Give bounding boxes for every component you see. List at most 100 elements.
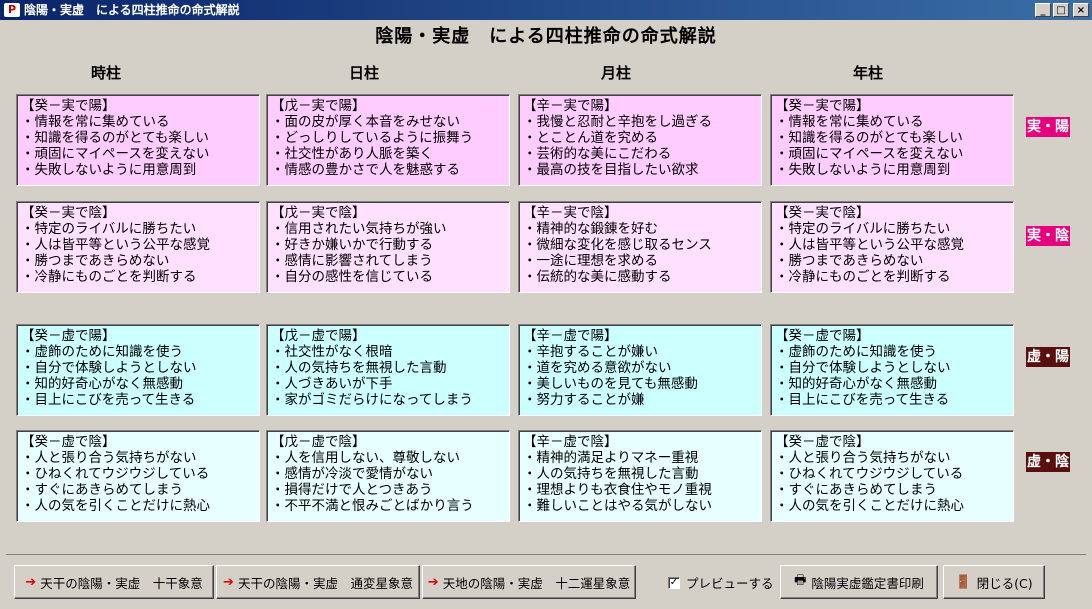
cell-line: ・感情が冷淡で愛情がない — [271, 466, 433, 482]
cell-line: ・人づきあいが下手 — [271, 376, 393, 392]
arrow-right-icon: ➔ — [25, 574, 37, 590]
preview-checkbox-group[interactable]: ✓ プレビューする — [668, 573, 774, 592]
cell-kyo-yo-month: 【辛－虚で陽】 ・辛抱することが嫌い ・道を究める意欲がない ・美しいものを見て… — [518, 324, 762, 416]
cell-line: ・勝つまであきらめない — [775, 253, 924, 269]
cell-line: ・人の気持ちを無視した言動 — [271, 360, 447, 376]
cell-line: ・最高の技を目指したい欲求 — [523, 162, 699, 178]
button-label: 天干の陰陽・実虚 十干象意 — [40, 575, 203, 591]
cell-heading: 【戊－実で陽】 — [271, 98, 366, 114]
tsuhensei-yinyang-button[interactable]: ➔ 天干の陰陽・実虚 通変星象意 — [216, 565, 420, 599]
cell-line: ・情感の豊かさで人を魅惑する — [271, 162, 460, 178]
cell-jitsu-yo-day: 【戊－実で陽】 ・面の皮が厚く本音をみせない ・どっしりしているように振舞う ・… — [266, 94, 510, 186]
cell-line: ・知的好奇心がなく無感動 — [775, 376, 937, 392]
cell-jitsu-in-hour: 【癸－実で陰】 ・特定のライバルに勝ちたい ・人は皆平等という公平な感覚 ・勝つ… — [16, 201, 260, 293]
cell-line: ・勝つまであきらめない — [21, 253, 170, 269]
title-bar: P 陰陽・実虚 による四柱推命の命式解説 _ □ × — [0, 0, 1092, 20]
cell-line: ・とことん道を究める — [523, 130, 658, 146]
cell-line: ・人は皆平等という公平な感覚 — [775, 237, 964, 253]
cell-line: ・失敗しないように用意周到 — [775, 162, 951, 178]
cell-line: ・自分で体験しようとしない — [21, 360, 197, 376]
column-header-month: 月柱 — [600, 64, 631, 82]
minimize-button[interactable]: _ — [1035, 3, 1051, 17]
cell-kyo-in-hour: 【癸－虚で陰】 ・人と張り合う気持ちがない ・ひねくれてウジウジしている ・すぐ… — [16, 430, 260, 522]
cell-line: ・人の気を引くことだけに熱心 — [775, 498, 964, 514]
cell-kyo-yo-day: 【戊－虚で陽】 ・社交性がなく根暗 ・人の気持ちを無視した言動 ・人づきあいが下… — [266, 324, 510, 416]
cell-line: ・知識を得るのがとても楽しい — [775, 130, 963, 146]
row-label-kyo-in: 虚・陰 — [1026, 452, 1070, 472]
cell-heading: 【癸－虚で陰】 — [775, 434, 870, 450]
cell-heading: 【癸－実で陽】 — [21, 98, 116, 114]
cell-line: ・知的好奇心がなく無感動 — [21, 376, 183, 392]
cell-line: ・好きか嫌いかで行動する — [271, 237, 433, 253]
cell-line: ・面の皮が厚く本音をみせない — [271, 114, 460, 130]
juniunsei-yinyang-button[interactable]: ➔ 天地の陰陽・実虚 十二運星象意 — [422, 565, 636, 599]
column-header-year: 年柱 — [852, 64, 883, 82]
exit-door-icon: 🚪 — [955, 574, 972, 590]
cell-heading: 【辛－実で陰】 — [523, 205, 618, 221]
cell-line: ・ひねくれてウジウジしている — [775, 466, 964, 482]
cell-line: ・伝統的な美に感動する — [523, 269, 672, 285]
cell-line: ・自分で体験しようとしない — [775, 360, 951, 376]
preview-checkbox[interactable]: ✓ — [668, 576, 680, 589]
cell-line: ・すぐにあきらめてしまう — [775, 482, 937, 498]
cell-line: ・頑固にマイペースを変えない — [21, 146, 210, 162]
cell-line: ・特定のライバルに勝ちたい — [775, 221, 951, 237]
cell-kyo-in-month: 【辛－虚で陰】 ・精神的満足よりマネー重視 ・人の気持ちを無視した言動 ・理想よ… — [518, 430, 762, 522]
cell-line: ・目上にこびを売って生きる — [775, 392, 950, 408]
cell-line: ・冷静にものごとを判断する — [775, 269, 951, 285]
row-label-jitsu-yo: 実・陽 — [1026, 117, 1070, 137]
cell-line: ・美しいものを見ても無感動 — [523, 376, 698, 392]
cell-line: ・人と張り合う気持ちがない — [775, 450, 951, 466]
cell-line: ・頑固にマイペースを変えない — [775, 146, 964, 162]
cell-kyo-in-day: 【戊－虚で陰】 ・人を信用しない、尊敬しない ・感情が冷淡で愛情がない ・損得だ… — [266, 430, 510, 522]
column-header-hour: 時柱 — [90, 64, 121, 82]
cell-heading: 【辛－虚で陰】 — [523, 434, 618, 450]
cell-line: ・目上にこびを売って生きる — [21, 392, 196, 408]
preview-label: プレビューする — [686, 576, 774, 591]
cell-line: ・理想よりも衣食住やモノ重視 — [523, 482, 712, 498]
cell-line: ・我慢と忍耐と辛抱をし過ぎる — [523, 114, 712, 130]
cell-line: ・人は皆平等という公平な感覚 — [21, 237, 210, 253]
cell-jitsu-yo-month: 【辛－実で陽】 ・我慢と忍耐と辛抱をし過ぎる ・とことん道を究める ・芸術的な美… — [518, 94, 762, 186]
button-label: 閉じる(C) — [976, 575, 1033, 591]
close-window-button[interactable]: × — [1073, 3, 1089, 17]
cell-line: ・一途に理想を求める — [523, 253, 658, 269]
cell-jitsu-in-month: 【辛－実で陰】 ・精神的な鍛錬を好む ・微細な変化を感じ取るセンス ・一途に理想… — [518, 201, 762, 293]
printer-icon: 🖶 — [794, 573, 807, 588]
cell-line: ・感情に影響されてしまう — [271, 253, 433, 269]
cell-line: ・すぐにあきらめてしまう — [21, 482, 183, 498]
arrow-right-icon: ➔ — [427, 574, 439, 590]
page-title: 陰陽・実虚 による四柱推命の命式解説 — [375, 26, 717, 47]
cell-kyo-yo-hour: 【癸－虚で陽】 ・虚飾のために知識を使う ・自分で体験しようとしない ・知的好奇… — [16, 324, 260, 416]
row-label-kyo-yo: 虚・陽 — [1026, 347, 1070, 367]
window-title: 陰陽・実虚 による四柱推命の命式解説 — [24, 3, 240, 17]
column-header-day: 日柱 — [348, 64, 379, 82]
cell-line: ・社交性があり人脈を築く — [271, 146, 433, 162]
cell-line: ・微細な変化を感じ取るセンス — [523, 237, 712, 253]
row-label-jitsu-in: 実・陰 — [1026, 226, 1070, 246]
cell-jitsu-in-day: 【戊－実で陰】 ・信用されたい気持ちが強い ・好きか嫌いかで行動する ・感情に影… — [266, 201, 510, 293]
stems-yinyang-button[interactable]: ➔ 天干の陰陽・実虚 十干象意 — [14, 565, 214, 599]
cell-heading: 【癸－虚で陰】 — [21, 434, 116, 450]
window-controls: _ □ × — [1035, 3, 1089, 17]
cell-line: ・信用されたい気持ちが強い — [271, 221, 447, 237]
cell-jitsu-yo-year: 【癸－実で陽】 ・情報を常に集めている ・知識を得るのがとても楽しい ・頑固にマ… — [770, 94, 1014, 186]
cell-kyo-yo-year: 【癸－虚で陽】 ・虚飾のために知識を使う ・自分で体験しようとしない ・知的好奇… — [770, 324, 1014, 416]
print-report-button[interactable]: 🖶 陰陽実虚鑑定書印刷 — [780, 565, 938, 599]
cell-heading: 【癸－実で陰】 — [775, 205, 870, 221]
cell-line: ・精神的満足よりマネー重視 — [523, 450, 699, 466]
cell-line: ・努力することが嫌 — [523, 392, 645, 408]
cell-heading: 【癸－実で陰】 — [21, 205, 116, 221]
cell-heading: 【癸－虚で陽】 — [21, 328, 116, 344]
cell-line: ・家がゴミだらけになってしまう — [271, 392, 473, 408]
close-button[interactable]: 🚪 閉じる(C) — [943, 565, 1045, 599]
cell-line: ・道を究める意欲がない — [523, 360, 672, 376]
button-label: 天干の陰陽・実虚 通変星象意 — [237, 575, 413, 591]
cell-kyo-in-year: 【癸－虚で陰】 ・人と張り合う気持ちがない ・ひねくれてウジウジしている ・すぐ… — [770, 430, 1014, 522]
cell-heading: 【戊－虚で陽】 — [271, 328, 366, 344]
cell-line: ・辛抱することが嫌い — [523, 344, 658, 360]
cell-heading: 【癸－実で陽】 — [775, 98, 870, 114]
cell-line: ・自分の感性を信じている — [271, 269, 433, 285]
maximize-button[interactable]: □ — [1053, 3, 1069, 17]
cell-heading: 【戊－虚で陰】 — [271, 434, 366, 450]
